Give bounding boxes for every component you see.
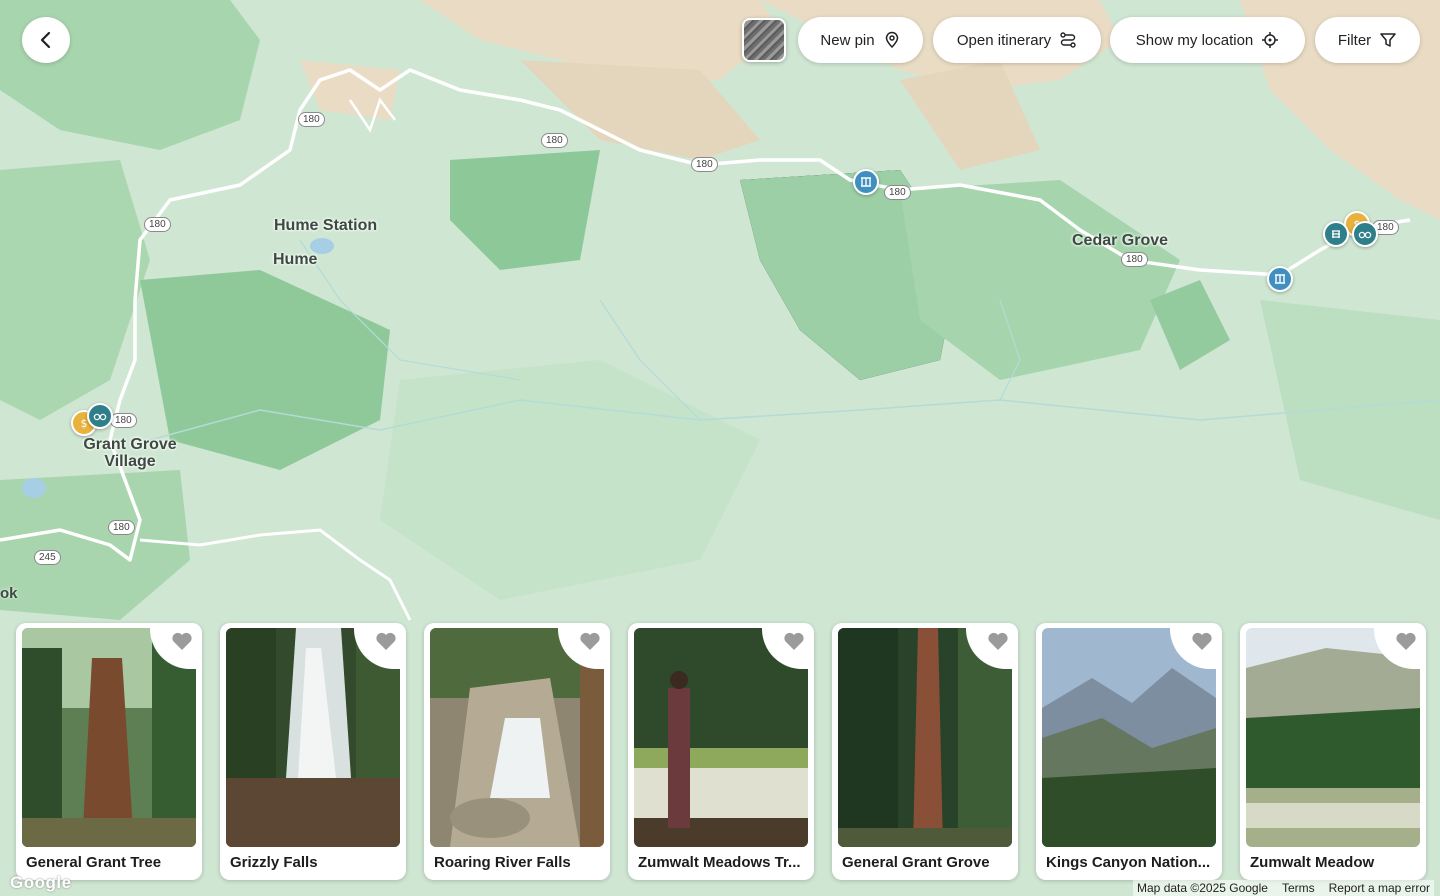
- back-button[interactable]: [22, 17, 70, 63]
- place-card[interactable]: Zumwalt Meadows Tr...: [628, 623, 814, 880]
- binoculars-icon: [93, 413, 107, 421]
- terms-link[interactable]: Terms: [1282, 881, 1315, 895]
- new-pin-button[interactable]: New pin: [798, 17, 923, 63]
- places-carousel[interactable]: General Grant Tree Grizzly Falls Roaring…: [16, 623, 1426, 880]
- open-itinerary-label: Open itinerary: [956, 31, 1052, 49]
- map-pin-lodging[interactable]: [1323, 221, 1349, 247]
- route-shield: 180: [144, 217, 171, 232]
- place-title: Kings Canyon Nation...: [1046, 854, 1211, 871]
- place-title: Grizzly Falls: [230, 854, 318, 871]
- place-label: Cedar Grove: [1072, 232, 1169, 249]
- place-card[interactable]: Kings Canyon Nation...: [1036, 623, 1222, 880]
- google-logo: Google: [10, 873, 72, 892]
- heart-icon: [1192, 632, 1212, 650]
- place-card[interactable]: Roaring River Falls: [424, 623, 610, 880]
- lodging-icon: [1332, 230, 1340, 238]
- route-shield: 245: [34, 550, 61, 565]
- place-label: Hume: [273, 251, 318, 268]
- heart-icon: [1396, 632, 1416, 650]
- new-pin-label: New pin: [820, 31, 875, 49]
- map-pin-waterfall[interactable]: [1267, 266, 1293, 292]
- filter-button[interactable]: Filter: [1315, 17, 1420, 63]
- place-label: Grant Grove Village: [83, 436, 177, 470]
- crosshair-icon: [1262, 32, 1279, 48]
- map-pin-icon: [885, 31, 898, 49]
- place-title: Zumwalt Meadow: [1250, 854, 1375, 871]
- heart-icon: [580, 632, 600, 650]
- place-title: General Grant Grove: [842, 854, 990, 871]
- show-location-label: Show my location: [1135, 31, 1254, 49]
- map-layer-toggle[interactable]: [742, 18, 786, 62]
- heart-icon: [988, 632, 1008, 650]
- show-my-location-button[interactable]: Show my location: [1110, 17, 1305, 63]
- heart-icon: [172, 632, 192, 650]
- place-title: Roaring River Falls: [434, 854, 571, 871]
- route-shield: 180: [541, 133, 568, 148]
- open-itinerary-button[interactable]: Open itinerary: [933, 17, 1101, 63]
- place-card[interactable]: Zumwalt Meadow: [1240, 623, 1426, 880]
- route-icon: [1060, 32, 1076, 48]
- waterfall-icon: [1275, 274, 1285, 284]
- map-pin-waterfall[interactable]: [853, 169, 879, 195]
- waterfall-icon: [861, 177, 871, 187]
- heart-icon: [376, 632, 396, 650]
- filter-label: Filter: [1337, 31, 1372, 49]
- route-shield: 180: [884, 185, 911, 200]
- binoculars-icon: [1358, 231, 1372, 239]
- filter-icon: [1380, 33, 1396, 47]
- place-title: Zumwalt Meadows Tr...: [638, 854, 801, 871]
- route-shield: 180: [110, 413, 137, 428]
- map-attribution: Map data ©2025 Google Terms Report a map…: [1133, 880, 1434, 896]
- place-label: Hume Station: [274, 217, 378, 234]
- map-pin-binoculars[interactable]: [1352, 221, 1378, 247]
- map-data-text: Map data ©2025 Google: [1137, 881, 1268, 895]
- place-label: ok: [0, 585, 18, 602]
- route-shield: 180: [298, 112, 325, 127]
- route-shield: 180: [691, 157, 718, 172]
- route-shield: 180: [1121, 252, 1148, 267]
- place-card[interactable]: General Grant Grove: [832, 623, 1018, 880]
- place-title: General Grant Tree: [26, 854, 162, 871]
- report-error-link[interactable]: Report a map error: [1329, 881, 1430, 895]
- map-pin-binoculars[interactable]: [87, 403, 113, 429]
- place-card[interactable]: General Grant Tree: [16, 623, 202, 880]
- chevron-left-icon: [40, 31, 51, 49]
- route-shield: 180: [108, 520, 135, 535]
- place-card[interactable]: Grizzly Falls: [220, 623, 406, 880]
- heart-icon: [784, 632, 804, 650]
